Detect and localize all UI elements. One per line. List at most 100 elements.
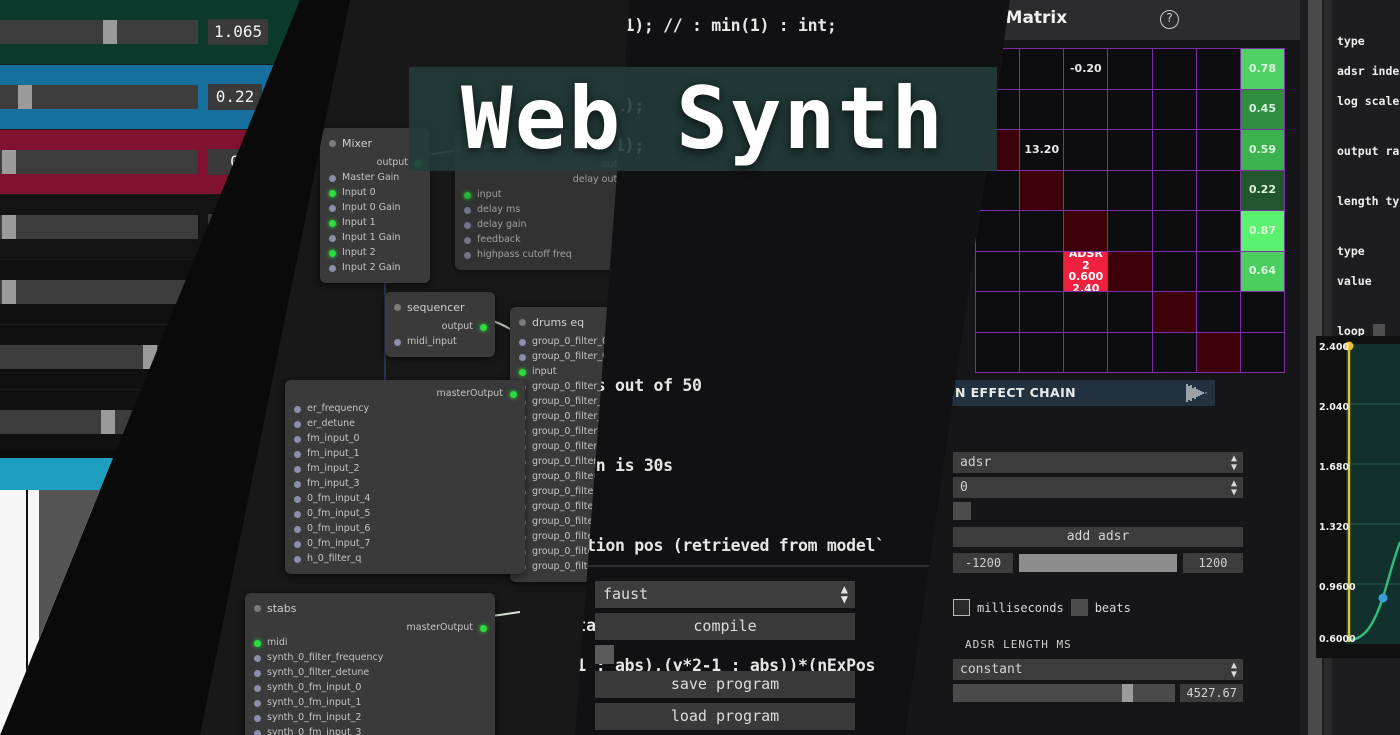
piano-white-key[interactable]: X [96, 490, 164, 735]
milliseconds-checkbox[interactable] [953, 599, 970, 616]
graph-node-input-port[interactable]: synth_0_filter_frequency [245, 650, 495, 665]
length-slider[interactable] [953, 684, 1176, 702]
piano-black-key[interactable]: S [150, 490, 216, 665]
port-dot-icon[interactable] [519, 338, 526, 346]
port-dot-icon[interactable] [329, 189, 336, 197]
piano-black-key[interactable]: A [39, 490, 105, 665]
slider-knob[interactable] [1, 150, 16, 174]
port-dot-icon[interactable] [519, 368, 526, 376]
matrix-cell[interactable] [1020, 292, 1064, 332]
matrix-cell[interactable] [1152, 89, 1196, 129]
control-row-slider[interactable] [0, 85, 198, 109]
matrix-cell[interactable] [1152, 170, 1196, 210]
matrix-cell[interactable] [1108, 251, 1152, 291]
control-row-slider[interactable] [0, 20, 198, 44]
control-row-slider[interactable] [0, 150, 198, 174]
port-dot-icon[interactable] [254, 669, 261, 677]
graph-node[interactable]: sequencer output midi_input [385, 292, 495, 357]
matrix-cell[interactable]: 13.20 [1020, 130, 1064, 170]
port-dot-icon[interactable] [480, 624, 487, 632]
matrix-cell[interactable]: ADSR 2 0.600 2.40 [1064, 251, 1108, 291]
graph-node[interactable]: stabs masterOutput midi synth_0_filter_freq… [245, 593, 495, 735]
port-dot-icon[interactable] [254, 714, 261, 722]
matrix-cell[interactable] [976, 292, 1020, 332]
port-dot-icon[interactable] [254, 654, 261, 662]
matrix-cell[interactable] [1152, 130, 1196, 170]
port-dot-icon[interactable] [294, 450, 301, 458]
matrix-cell[interactable] [976, 251, 1020, 291]
matrix-cell[interactable] [1064, 332, 1108, 372]
port-dot-icon[interactable] [329, 234, 336, 242]
range-slider[interactable] [1019, 554, 1177, 572]
matrix-cell[interactable] [1196, 211, 1240, 251]
port-dot-icon[interactable] [510, 390, 517, 398]
matrix-cell[interactable] [1020, 89, 1064, 129]
port-dot-icon[interactable] [480, 323, 487, 331]
matrix-cell[interactable]: 0.87 [1240, 211, 1284, 251]
matrix-cell[interactable] [1064, 89, 1108, 129]
control-row-slider[interactable] [0, 345, 198, 369]
matrix-cell[interactable] [1152, 49, 1196, 89]
beats-checkbox[interactable] [1070, 599, 1088, 616]
matrix-cell[interactable] [1196, 130, 1240, 170]
control-row-slider[interactable] [0, 280, 198, 304]
port-dot-icon[interactable] [464, 191, 471, 199]
language-select[interactable]: faust ▲ ▼ [595, 581, 855, 608]
matrix-cell[interactable] [1152, 211, 1196, 251]
slider-knob[interactable] [102, 20, 117, 44]
port-dot-icon[interactable] [464, 206, 471, 214]
graph-node-input-port[interactable]: synth_0_fm_input_1 [245, 695, 495, 710]
matrix-cell[interactable] [1196, 292, 1240, 332]
adsr-index-select[interactable]: 0 ▲ ▼ [953, 477, 1243, 498]
add-adsr-button[interactable]: add adsr [953, 527, 1243, 547]
matrix-cell[interactable]: 0.59 [1240, 130, 1284, 170]
graph-node[interactable]: masterOutput er_frequency er_detune fm_inpu… [285, 380, 525, 574]
matrix-cell[interactable] [1108, 211, 1152, 251]
graph-node-input-port[interactable]: synth_0_fm_input_3 [245, 725, 495, 735]
matrix-cell[interactable] [1152, 251, 1196, 291]
port-dot-icon[interactable] [294, 495, 301, 503]
graph-node-output-port[interactable]: output [385, 319, 495, 334]
graph-node-input-port[interactable]: fm_input_2 [285, 461, 525, 476]
matrix-cell[interactable] [1240, 292, 1284, 332]
graph-node-input-port[interactable]: 0_fm_input_7 [285, 536, 525, 551]
port-dot-icon[interactable] [254, 729, 261, 735]
matrix-cell[interactable] [1108, 170, 1152, 210]
matrix-cell[interactable] [1152, 332, 1196, 372]
slider-knob[interactable] [142, 345, 157, 369]
port-dot-icon[interactable] [254, 699, 261, 707]
control-row[interactable]: 1.065 [0, 0, 300, 65]
port-dot-icon[interactable] [254, 639, 261, 647]
compile-checkbox[interactable] [595, 645, 614, 664]
graph-node-input-port[interactable]: fm_input_1 [285, 446, 525, 461]
control-row[interactable]: fm0 [0, 195, 300, 260]
node-collapse-icon[interactable] [254, 605, 261, 612]
slider-knob[interactable] [1, 280, 16, 304]
adsr-type-select[interactable]: adsr ▲ ▼ [953, 452, 1243, 473]
control-row[interactable]: samples [0, 325, 300, 390]
load-program-button[interactable]: load program [595, 703, 855, 730]
matrix-cell[interactable] [976, 211, 1020, 251]
matrix-cell[interactable]: 0.45 [1240, 89, 1284, 129]
output-range-row[interactable]: -1200 1200 [953, 553, 1243, 573]
matrix-cell[interactable] [1020, 211, 1064, 251]
control-row-slider[interactable] [0, 215, 198, 239]
port-dot-icon[interactable] [519, 353, 526, 361]
port-dot-icon[interactable] [294, 510, 301, 518]
graph-node-input-port[interactable]: 0_fm_input_5 [285, 506, 525, 521]
matrix-cell[interactable]: 0.78 [1240, 49, 1284, 89]
matrix-grid[interactable]: -0.20 0.78 0.45 13.20 0.59 0.22 0.87 ADSR 2 0.60… [975, 48, 1285, 373]
node-collapse-icon[interactable] [329, 140, 336, 147]
matrix-cell[interactable] [1108, 292, 1152, 332]
slider-knob[interactable] [1, 215, 16, 239]
length-type-row[interactable]: milliseconds beats [953, 599, 1243, 616]
length-value-row[interactable]: 4527.67 [953, 684, 1243, 702]
matrix-cell[interactable] [1020, 251, 1064, 291]
control-row-slider[interactable] [0, 410, 198, 434]
port-dot-icon[interactable] [329, 204, 336, 212]
range-min-input[interactable]: -1200 [953, 553, 1013, 573]
control-row-value[interactable]: 0 [208, 214, 262, 240]
matrix-cell[interactable] [1108, 130, 1152, 170]
port-dot-icon[interactable] [464, 221, 471, 229]
faust-controls[interactable]: faust ▲ ▼ compile save program load progr… [595, 581, 855, 735]
